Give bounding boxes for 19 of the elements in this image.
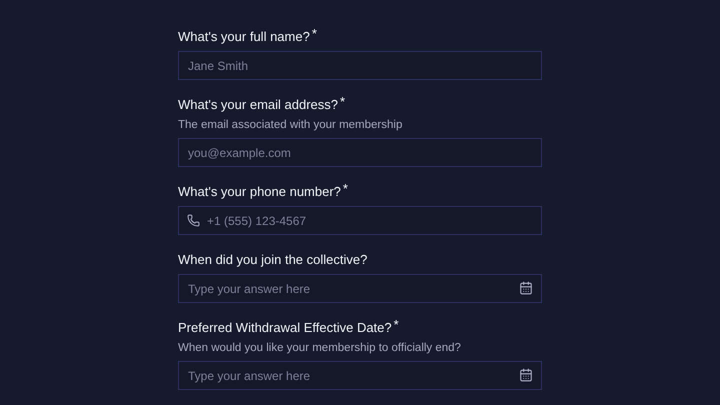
phone-icon bbox=[187, 214, 200, 227]
question-label: What's your email address? bbox=[178, 96, 338, 114]
question-description: The email associated with your membership bbox=[178, 118, 404, 133]
input-field[interactable]: you@example.com bbox=[178, 138, 542, 167]
question-label: What's your phone number? bbox=[178, 183, 341, 201]
required-mark: * bbox=[340, 96, 346, 108]
required-mark: * bbox=[312, 28, 317, 40]
question-description: When would you like your membership to officially end? bbox=[178, 341, 462, 356]
calendar-icon[interactable] bbox=[519, 368, 533, 382]
date-field[interactable]: Type your answer here bbox=[178, 361, 542, 390]
question-label: Preferred Withdrawal Effective Date? bbox=[178, 319, 392, 337]
question-label: When did you join the collective? bbox=[178, 251, 368, 269]
calendar-icon[interactable] bbox=[519, 281, 533, 295]
date-field[interactable]: Type your answer here bbox=[178, 274, 542, 303]
required-mark: * bbox=[342, 183, 348, 195]
phone-field[interactable]: +1 (555) 123-4567 bbox=[178, 206, 542, 235]
question-label: What's your full name? bbox=[178, 28, 310, 46]
input-field[interactable]: Jane Smith bbox=[178, 51, 542, 80]
required-mark: * bbox=[394, 319, 399, 331]
